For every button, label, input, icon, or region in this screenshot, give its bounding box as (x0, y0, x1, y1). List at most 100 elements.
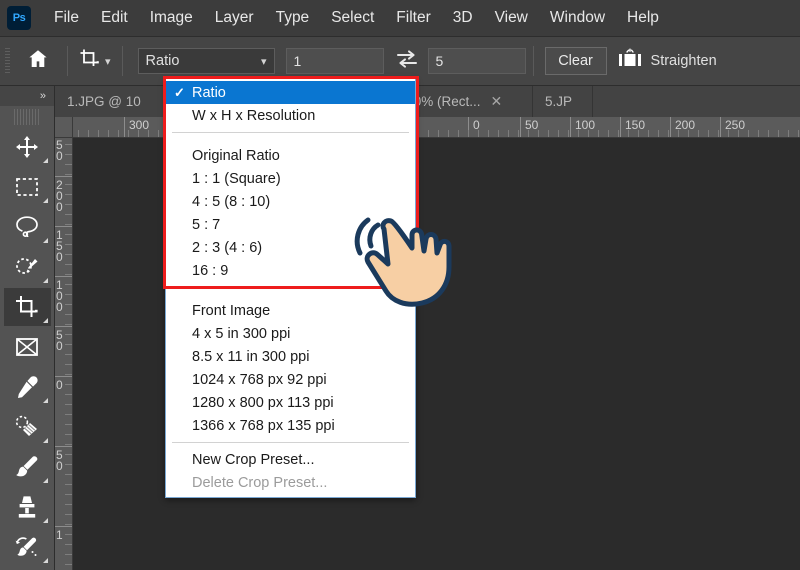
ruler-minor-tick (138, 130, 139, 137)
tool-quick-selection[interactable] (4, 248, 51, 286)
home-button[interactable] (16, 39, 60, 83)
straighten-icon (617, 48, 643, 75)
swap-arrows-icon (396, 49, 418, 74)
menu-bar: Ps File Edit Image Layer Type Select Filter 3D V… (0, 0, 800, 37)
clear-button[interactable]: Clear (544, 47, 607, 75)
menu-item-edit[interactable]: Edit (90, 7, 139, 29)
crop-tool-preset-picker[interactable]: ▾ (75, 48, 115, 75)
ruler-minor-tick (508, 130, 509, 137)
menu-item[interactable]: New Crop Preset... (166, 448, 415, 471)
menu-item-label: 1024 x 768 px 92 ppi (192, 371, 327, 388)
menu-item-file[interactable]: File (43, 7, 90, 29)
options-bar-grip[interactable] (5, 48, 10, 74)
options-divider-3 (532, 46, 534, 76)
tool-clone-stamp[interactable] (4, 488, 51, 526)
ruler-label: 50 (525, 118, 539, 132)
tool-rectangular-marquee[interactable] (4, 168, 51, 206)
menu-item[interactable]: 1280 x 800 px 113 ppi (166, 391, 415, 414)
tool-group-indicator (42, 318, 48, 323)
menu-item[interactable]: 1 : 1 (Square) (166, 167, 415, 190)
ruler-minor-tick (488, 130, 489, 137)
tool-crop[interactable] (3, 288, 51, 326)
ruler-label: 300 (129, 118, 150, 132)
crop-width-input[interactable]: 1 (285, 48, 384, 74)
tool-eyedropper[interactable] (4, 368, 51, 406)
ruler-minor-tick (65, 184, 72, 185)
tool-move[interactable] (4, 128, 51, 166)
menu-item-type[interactable]: Type (265, 7, 321, 29)
ruler-minor-tick (65, 544, 72, 545)
pointing-hand-cursor (348, 205, 473, 320)
menu-item[interactable]: 1024 x 768 px 92 ppi (166, 368, 415, 391)
ruler-minor-tick (548, 130, 549, 137)
menu-item-window[interactable]: Window (539, 7, 616, 29)
ruler-minor-tick (65, 434, 72, 435)
ruler-minor-tick (65, 174, 72, 175)
menu-item-help[interactable]: Help (616, 7, 670, 29)
menu-item-filter[interactable]: Filter (385, 7, 441, 29)
ratio-dropdown[interactable]: Ratio ▾ (137, 48, 275, 74)
menu-item[interactable]: W x H x Resolution (166, 104, 415, 127)
menu-item-select[interactable]: Select (320, 7, 385, 29)
menu-item-label: 8.5 x 11 in 300 ppi (192, 348, 310, 365)
tool-group-indicator (42, 478, 48, 483)
double-chevron-right-icon: » (39, 90, 46, 102)
ruler-minor-tick (65, 234, 72, 235)
menu-item[interactable]: Original Ratio (166, 144, 415, 167)
ruler-minor-tick (65, 264, 72, 265)
ruler-minor-tick (65, 224, 72, 225)
tool-group-indicator (42, 158, 48, 163)
tool-group-indicator (42, 238, 48, 243)
menu-item[interactable]: 1366 x 768 px 135 ppi (166, 414, 415, 437)
ruler-tick (720, 117, 721, 137)
menu-item-label: New Crop Preset... (192, 451, 315, 468)
tools-panel-collapse[interactable]: » (0, 86, 54, 106)
menu-item[interactable]: 4 x 5 in 300 ppi (166, 322, 415, 345)
ruler-minor-tick (158, 130, 159, 137)
ruler-minor-tick (65, 494, 72, 495)
ruler-minor-tick (65, 524, 72, 525)
ruler-tick (520, 117, 521, 137)
document-tab-label: 5.JP (545, 94, 573, 109)
crop-height-input[interactable]: 5 (427, 48, 526, 74)
tool-history-brush[interactable] (4, 528, 51, 566)
menu-item-layer[interactable]: Layer (204, 7, 265, 29)
menu-item-image[interactable]: Image (139, 7, 204, 29)
ruler-minor-tick (65, 284, 72, 285)
ruler-minor-tick (65, 384, 72, 385)
menu-item-3d[interactable]: 3D (442, 7, 484, 29)
ruler-tick (55, 276, 72, 277)
ruler-minor-tick (65, 454, 72, 455)
tool-healing-brush[interactable] (4, 408, 51, 446)
options-divider-1 (67, 46, 68, 76)
ruler-tick (55, 326, 72, 327)
swap-width-height-button[interactable] (390, 46, 424, 76)
ruler-minor-tick (768, 130, 769, 137)
ruler-minor-tick (648, 130, 649, 137)
ruler-minor-tick (518, 130, 519, 137)
menu-item[interactable]: 8.5 x 11 in 300 ppi (166, 345, 415, 368)
menu-item[interactable]: ✓ Ratio (166, 81, 415, 104)
ruler-minor-tick (65, 344, 72, 345)
ruler-minor-tick (65, 514, 72, 515)
ruler-minor-tick (65, 154, 72, 155)
tool-frame[interactable] (4, 328, 51, 366)
ruler-minor-tick (65, 564, 72, 565)
menu-item-view[interactable]: View (484, 7, 539, 29)
close-icon[interactable]: ✕ (491, 93, 503, 110)
ruler-tick (55, 446, 72, 447)
tool-lasso[interactable] (4, 208, 51, 246)
menu-item-label: Ratio (192, 84, 226, 101)
straighten-control[interactable]: Straighten (617, 48, 717, 75)
ruler-minor-tick (638, 130, 639, 137)
tool-brush[interactable] (4, 448, 51, 486)
ruler-origin-corner[interactable] (55, 117, 73, 138)
document-tab[interactable]: 5.JP (533, 86, 593, 117)
ruler-minor-tick (128, 130, 129, 137)
ruler-minor-tick (438, 130, 439, 137)
ruler-minor-tick (65, 464, 72, 465)
ruler-minor-tick (578, 130, 579, 137)
tools-panel-grip[interactable] (14, 109, 40, 125)
menu-item-label: Delete Crop Preset... (192, 474, 328, 491)
ruler-minor-tick (65, 374, 72, 375)
